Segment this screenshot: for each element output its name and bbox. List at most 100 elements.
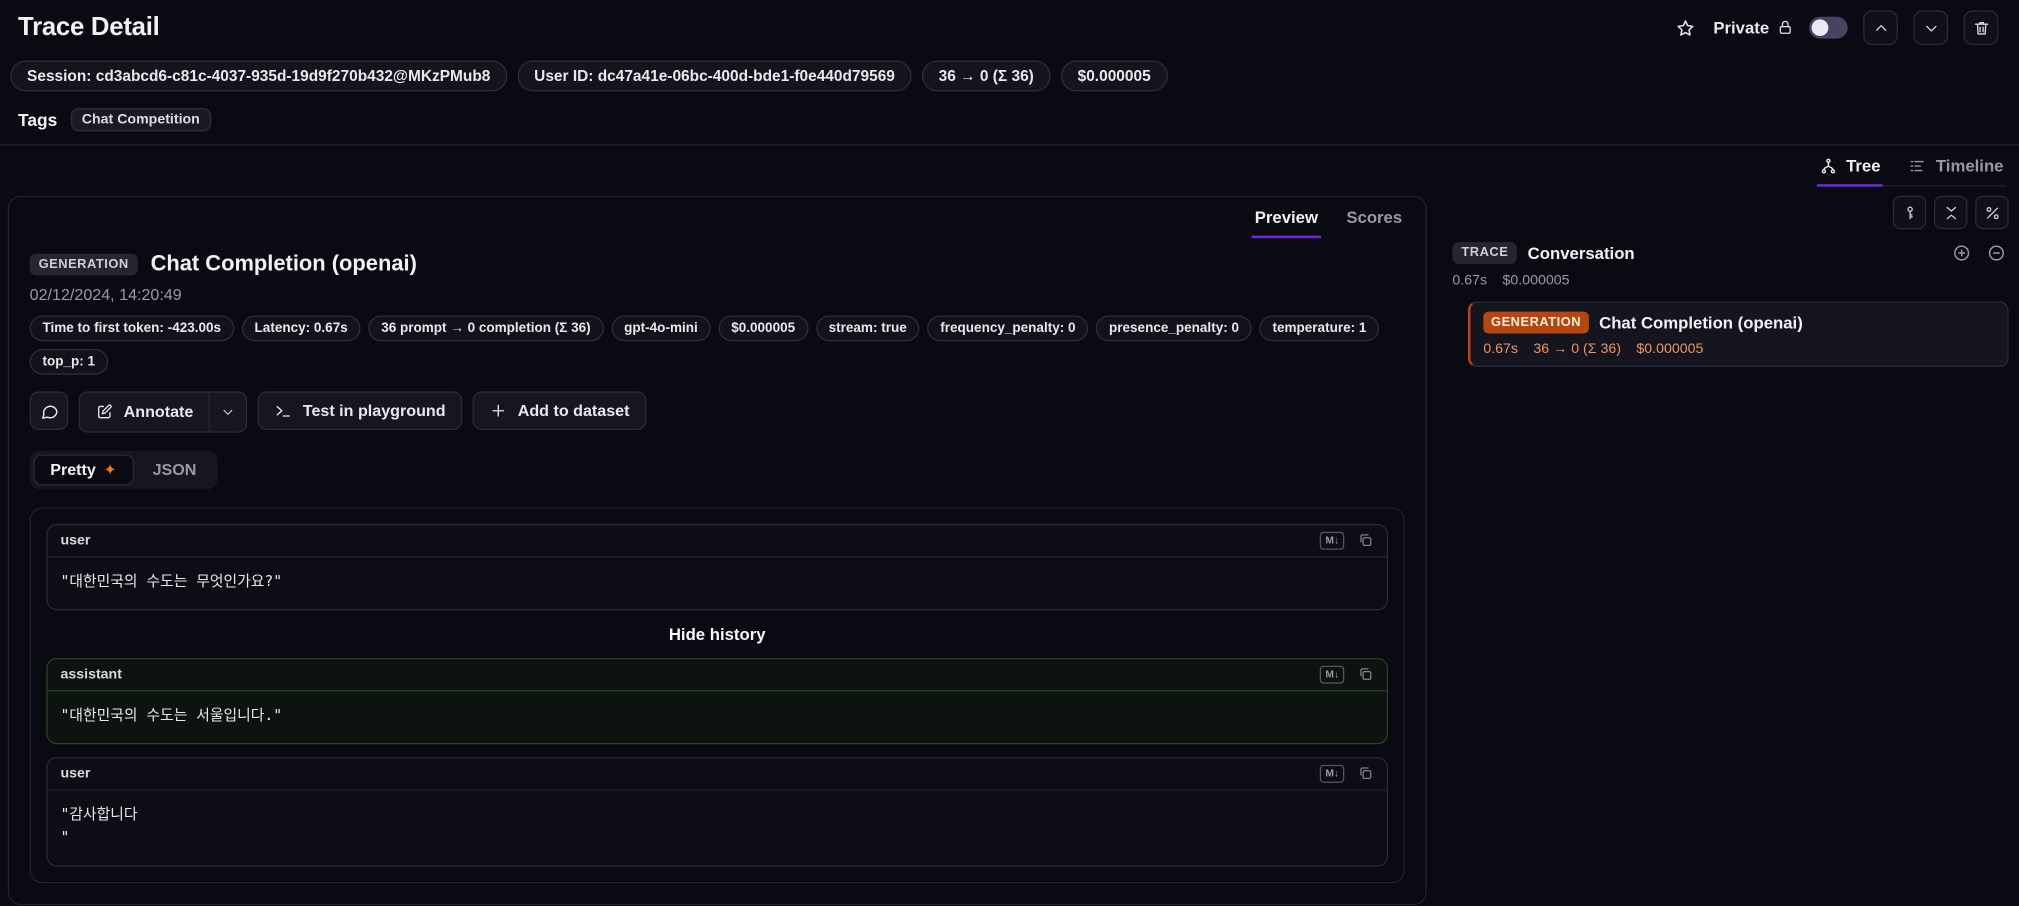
comment-button[interactable] [29, 391, 69, 431]
tab-json[interactable]: JSON [136, 455, 213, 486]
observation-title: Chat Completion (openai) [150, 251, 417, 276]
add-to-dataset-label: Add to dataset [517, 401, 630, 420]
tree-icon [1819, 156, 1837, 174]
plus-circle-icon [1952, 243, 1971, 262]
message-role: user [60, 532, 91, 549]
annotate-split-button: Annotate [78, 391, 248, 433]
copy-button[interactable] [1357, 666, 1374, 683]
metrics-toggle-button[interactable] [1975, 195, 2009, 230]
copy-button[interactable] [1357, 532, 1374, 549]
observation-tabs: Preview Scores [9, 197, 1425, 239]
timeline-icon [1909, 156, 1927, 174]
privacy-control: Private [1713, 18, 1793, 37]
comment-icon [39, 401, 58, 420]
user-id-badge[interactable]: User ID: dc47a41e-06bc-400d-bde1-f0e440d… [517, 60, 912, 92]
metric-pill-frequency-penalty: frequency_penalty: 0 [927, 315, 1089, 342]
copy-icon [1357, 666, 1374, 683]
toggle-knob [1811, 19, 1829, 37]
tab-preview[interactable]: Preview [1252, 205, 1321, 239]
collapse-all-button[interactable] [1933, 195, 1968, 230]
tag-chat-competition[interactable]: Chat Competition [70, 108, 212, 132]
star-icon [1675, 17, 1696, 38]
message-content: "대한민국의 수도는 무엇인가요?" [60, 571, 283, 590]
message-content: "감사합니다 " [60, 804, 138, 846]
plus-icon [489, 402, 507, 420]
chevron-down-icon [1922, 19, 1940, 37]
messages-container: user M↓ "대한민국의 수도는 무엇인가요?" Hide history … [29, 507, 1405, 884]
node-tokens: 36 → 0 (Σ 36) [1533, 341, 1621, 357]
metric-pill-top-p: top_p: 1 [29, 348, 108, 375]
markdown-icon[interactable]: M↓ [1320, 531, 1345, 550]
trace-tree-panel: TRACE Conversation 0.67s $0.000005 GENER… [1447, 195, 2009, 367]
expand-all-button[interactable] [1949, 241, 1973, 265]
chevron-down-icon [220, 404, 235, 419]
trace-type-badge: TRACE [1452, 242, 1518, 264]
view-tabs-row: Tree Timeline [0, 145, 2019, 187]
tree-controls [1447, 195, 2009, 230]
tab-pretty-label: Pretty [50, 460, 96, 479]
node-latency: 0.67s [1483, 341, 1518, 357]
pen-icon [95, 403, 113, 421]
tab-timeline[interactable]: Timeline [1906, 156, 2006, 187]
trace-latency: 0.67s [1452, 272, 1488, 289]
trace-cost: $0.000005 [1502, 272, 1570, 289]
tree-node-generation[interactable]: GENERATION Chat Completion (openai) 0.67… [1467, 301, 2009, 367]
message-role: assistant [60, 666, 122, 683]
metric-pill-tokens: 36 prompt → 0 completion (Σ 36) [368, 315, 604, 342]
metric-pill-ttft: Time to first token: -423.00s [29, 315, 234, 342]
copy-icon [1357, 532, 1374, 549]
tab-tree[interactable]: Tree [1816, 155, 1884, 187]
action-buttons: Annotate Test in playground Add to datas… [29, 391, 1405, 433]
delete-trace-button[interactable] [1963, 10, 1999, 46]
trace-detail-page: Trace Detail Private Session: cd3abcd6-c… [0, 0, 2019, 906]
next-trace-button[interactable] [1913, 10, 1949, 46]
minus-circle-icon [1987, 243, 2006, 262]
markdown-icon[interactable]: M↓ [1320, 764, 1345, 783]
terminal-icon [274, 402, 292, 420]
message-role: user [60, 765, 91, 782]
metric-pill-stream: stream: true [815, 315, 920, 342]
page-title: Trace Detail [18, 12, 160, 42]
tab-tree-label: Tree [1846, 155, 1881, 176]
markdown-icon[interactable]: M↓ [1320, 665, 1345, 684]
visibility-toggle[interactable] [1809, 16, 1848, 39]
scores-toggle-button[interactable] [1892, 195, 1927, 230]
trash-icon [1972, 19, 1990, 37]
copy-button[interactable] [1357, 765, 1374, 782]
tags-row: Tags Chat Competition [0, 91, 2019, 146]
metric-pill-temperature: temperature: 1 [1259, 315, 1380, 342]
metric-pill-cost: $0.000005 [718, 315, 809, 342]
message-content: "대한민국의 수도는 서울입니다." [60, 705, 283, 724]
main-content: Preview Scores GENERATION Chat Completio… [0, 187, 2019, 906]
playground-label: Test in playground [302, 401, 446, 420]
trace-metrics: 0.67s $0.000005 [1447, 273, 2008, 288]
metric-pill-model[interactable]: gpt-4o-mini [611, 315, 711, 342]
total-cost-badge: $0.000005 [1060, 60, 1168, 92]
copy-icon [1357, 765, 1374, 782]
tab-pretty[interactable]: Pretty ✦ [33, 454, 134, 486]
generation-type-badge: GENERATION [29, 253, 138, 275]
tab-timeline-label: Timeline [1935, 155, 2004, 176]
annotate-button[interactable]: Annotate [80, 393, 209, 432]
message-card-user-1: user M↓ "대한민국의 수도는 무엇인가요?" [46, 524, 1389, 611]
node-cost: $0.000005 [1636, 341, 1704, 357]
annotate-dropdown-button[interactable] [208, 392, 246, 432]
playground-button[interactable]: Test in playground [257, 391, 463, 431]
add-to-dataset-button[interactable]: Add to dataset [472, 391, 647, 431]
key-icon [1901, 204, 1918, 221]
collapse-tree-button[interactable] [1984, 241, 2008, 265]
hide-history-button[interactable]: Hide history [46, 623, 1388, 645]
node-title: Chat Completion (openai) [1599, 312, 1803, 333]
trace-root-row[interactable]: TRACE Conversation [1447, 241, 2008, 265]
sparkles-icon: ✦ [103, 460, 117, 479]
prev-trace-button[interactable] [1863, 10, 1898, 46]
chevron-up-icon [1872, 19, 1890, 37]
lock-icon [1777, 19, 1794, 36]
session-badge[interactable]: Session: cd3abcd6-c81c-4037-935d-19d9f27… [10, 60, 508, 92]
bookmark-star-button[interactable] [1672, 15, 1698, 41]
message-card-user-2: user M↓ "감사합니다 " [46, 757, 1389, 867]
chevrons-collapse-icon [1942, 204, 1959, 221]
metric-pill-latency: Latency: 0.67s [241, 315, 361, 342]
tab-scores[interactable]: Scores [1344, 205, 1405, 238]
node-type-badge: GENERATION [1483, 311, 1589, 334]
